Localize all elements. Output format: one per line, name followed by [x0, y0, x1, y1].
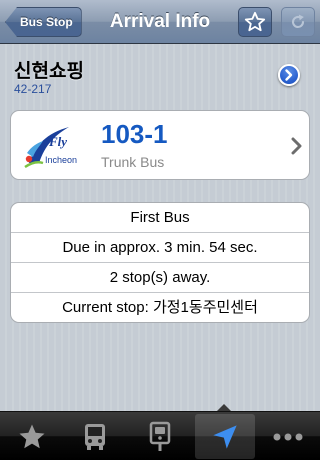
stop-name: 신현쇼핑	[14, 61, 84, 82]
logo-text-fly: Fly	[48, 134, 67, 149]
logo-text-incheon: Incheon	[45, 155, 77, 165]
route-type: Trunk Bus	[101, 154, 165, 170]
tab-favorites[interactable]	[2, 414, 62, 459]
star-icon	[19, 424, 45, 448]
disclosure-arrow-icon	[285, 69, 293, 81]
stop-detail-button[interactable]	[278, 64, 300, 86]
info-row-eta: Due in approx. 3 min. 54 sec.	[11, 233, 309, 263]
bus-icon	[85, 423, 105, 450]
info-row-stops-away: 2 stop(s) away.	[11, 263, 309, 293]
route-number: 103-1	[101, 119, 168, 149]
refresh-icon	[291, 14, 305, 28]
bus-stop-sign-icon	[149, 421, 171, 451]
fly-incheon-logo: Fly Incheon	[24, 127, 77, 169]
stop-id: 42-217	[14, 82, 52, 96]
chevron-right-icon	[291, 137, 302, 155]
back-button[interactable]: Bus Stop	[5, 7, 82, 37]
selected-tab-pointer	[217, 404, 231, 411]
arrival-info-table: First Bus Due in approx. 3 min. 54 sec. …	[10, 202, 310, 323]
tab-more[interactable]	[258, 414, 318, 459]
info-row-current-stop: Current stop: 가정1동주민센터	[62, 299, 258, 316]
tab-nearby[interactable]	[195, 414, 255, 459]
navigation-bar: Bus Stop Arrival Info	[0, 0, 320, 44]
star-icon	[244, 11, 266, 32]
tab-bus-stops[interactable]	[130, 414, 190, 459]
tab-bus-routes[interactable]	[65, 414, 125, 459]
route-cell[interactable]: Fly Incheon 103-1 Trunk Bus	[10, 110, 310, 180]
favorite-button[interactable]	[238, 7, 272, 37]
info-row-bus-order: First Bus	[11, 203, 309, 233]
location-arrow-icon	[213, 424, 237, 449]
refresh-button[interactable]	[281, 7, 315, 37]
tab-bar	[0, 411, 320, 460]
more-icon	[273, 433, 303, 440]
